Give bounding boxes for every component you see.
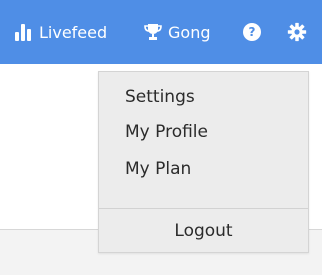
livefeed-link[interactable]: Livefeed [15,0,107,64]
gong-label: Gong [168,22,211,42]
logout-button[interactable]: Logout [99,209,308,252]
gong-link[interactable]: Gong [144,0,210,64]
settings-dropdown-menu: Settings My Profile My Plan Logout [98,71,309,253]
menu-item-my-plan[interactable]: My Plan [125,159,191,179]
help-icon: ? [243,23,261,41]
settings-gear-button[interactable] [286,0,308,64]
help-button[interactable]: ? [243,0,261,64]
menu-item-settings[interactable]: Settings [125,87,195,107]
livefeed-label: Livefeed [39,22,108,42]
top-navigation-bar: Livefeed Gong ? [0,0,322,64]
trophy-icon [144,23,162,41]
gear-icon [286,21,308,43]
bar-chart-icon [15,23,33,41]
menu-item-my-profile[interactable]: My Profile [125,122,208,142]
